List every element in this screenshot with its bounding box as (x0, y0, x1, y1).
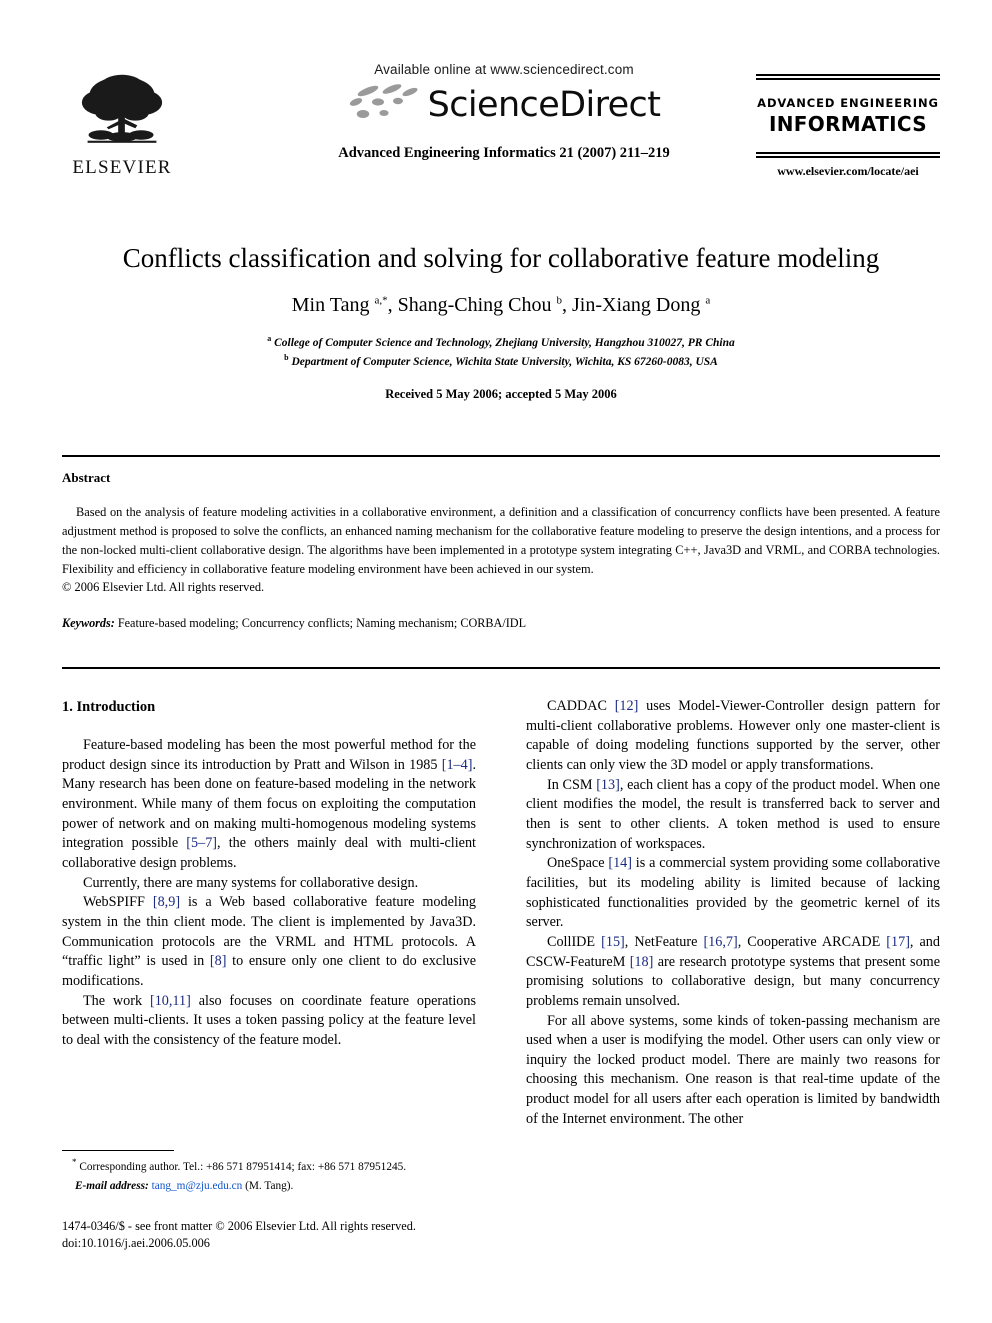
corresponding-author-note: * Corresponding author. Tel.: +86 571 87… (72, 1157, 407, 1173)
email-label: E-mail address: (75, 1180, 149, 1193)
imprint-block: 1474-0346/$ - see front matter © 2006 El… (62, 1218, 532, 1253)
left-paragraph-list: Feature-based modeling has been the most… (62, 736, 476, 1051)
email-owner: (M. Tang). (245, 1180, 294, 1193)
body-paragraph: CollIDE [15], NetFeature [16,7], Coopera… (526, 933, 940, 1009)
issn-front-matter: 1474-0346/$ - see front matter © 2006 El… (62, 1219, 416, 1233)
abstract-body: Based on the analysis of feature modelin… (62, 505, 940, 576)
body-paragraph: In CSM [13], each client has a copy of t… (526, 776, 940, 852)
journal-rule-bottom (756, 152, 940, 158)
paper-page: ELSEVIER Available online at www.science… (0, 0, 992, 1323)
right-paragraph-list: CADDAC [12] uses Model-Viewer-Controller… (526, 697, 940, 1129)
journal-rule-top (756, 74, 940, 80)
elsevier-logo: ELSEVIER (62, 70, 182, 179)
body-paragraph: The work [10,11] also focuses on coordin… (62, 992, 476, 1048)
sciencedirect-logo: ScienceDirect (274, 82, 734, 128)
email-link[interactable]: tang_m@zju.edu.cn (152, 1180, 243, 1192)
body-paragraph: For all above systems, some kinds of tok… (526, 1012, 940, 1127)
abstract-section: Abstract Based on the analysis of featur… (62, 470, 940, 631)
keywords-label: Keywords: (62, 616, 115, 631)
journal-name-line1: ADVANCED ENGINEERING (757, 96, 939, 110)
body-paragraph: Feature-based modeling has been the most… (62, 737, 477, 872)
section-heading-introduction: 1. Introduction (62, 699, 156, 715)
body-paragraph: WebSPIFF [8,9] is a Web based collaborat… (62, 894, 476, 989)
keywords-line: Keywords: Feature-based modeling; Concur… (62, 616, 940, 631)
divider-below-keywords (62, 667, 940, 669)
abstract-heading: Abstract (62, 470, 111, 485)
footnote-block: * Corresponding author. Tel.: +86 571 87… (62, 1150, 476, 1194)
divider-above-abstract (62, 455, 940, 457)
body-paragraph: Currently, there are many systems for co… (83, 874, 419, 891)
body-paragraph: CADDAC [12] uses Model-Viewer-Controller… (526, 698, 940, 773)
elsevier-wordmark: ELSEVIER (72, 157, 172, 178)
elsevier-tree-icon (81, 74, 163, 143)
journal-name-line2: INFORMATICS (769, 112, 927, 136)
title-block: Conflicts classification and solving for… (62, 243, 940, 402)
affiliation-b: b Department of Computer Science, Wichit… (284, 352, 718, 368)
journal-citation: Advanced Engineering Informatics 21 (200… (338, 145, 670, 161)
sciencedirect-block: Available online at www.sciencedirect.co… (274, 62, 734, 162)
received-date: Received 5 May 2006; accepted 5 May 2006 (385, 387, 617, 402)
masthead: ELSEVIER Available online at www.science… (62, 62, 940, 202)
journal-url: www.elsevier.com/locate/aei (777, 164, 919, 178)
body-paragraph: OneSpace [14] is a commercial system pro… (526, 855, 941, 931)
author-list: Min Tang a,*, Shang-Ching Chou b, Jin-Xi… (291, 294, 711, 317)
sciencedirect-wordmark: ScienceDirect (427, 84, 661, 125)
sciencedirect-swoosh-icon (349, 84, 418, 118)
journal-logo-block: ADVANCED ENGINEERING INFORMATICS www.els… (756, 74, 940, 179)
doi-line: doi:10.1016/j.aei.2006.05.006 (62, 1236, 210, 1251)
page-title: Conflicts classification and solving for… (122, 243, 880, 273)
email-note: E-mail address: tang_m@zju.edu.cn (M. Ta… (62, 1178, 476, 1194)
footnote-divider (62, 1150, 174, 1151)
affiliation-a: a College of Computer Science and Techno… (267, 334, 735, 349)
abstract-copyright: © 2006 Elsevier Ltd. All rights reserved… (62, 580, 265, 595)
available-online-text: Available online at www.sciencedirect.co… (374, 62, 634, 77)
keywords-value: Feature-based modeling; Concurrency conf… (117, 616, 527, 631)
body-column-left: 1. Introduction Feature-based modeling h… (62, 697, 476, 1051)
body-column-right: CADDAC [12] uses Model-Viewer-Controller… (526, 697, 940, 1129)
